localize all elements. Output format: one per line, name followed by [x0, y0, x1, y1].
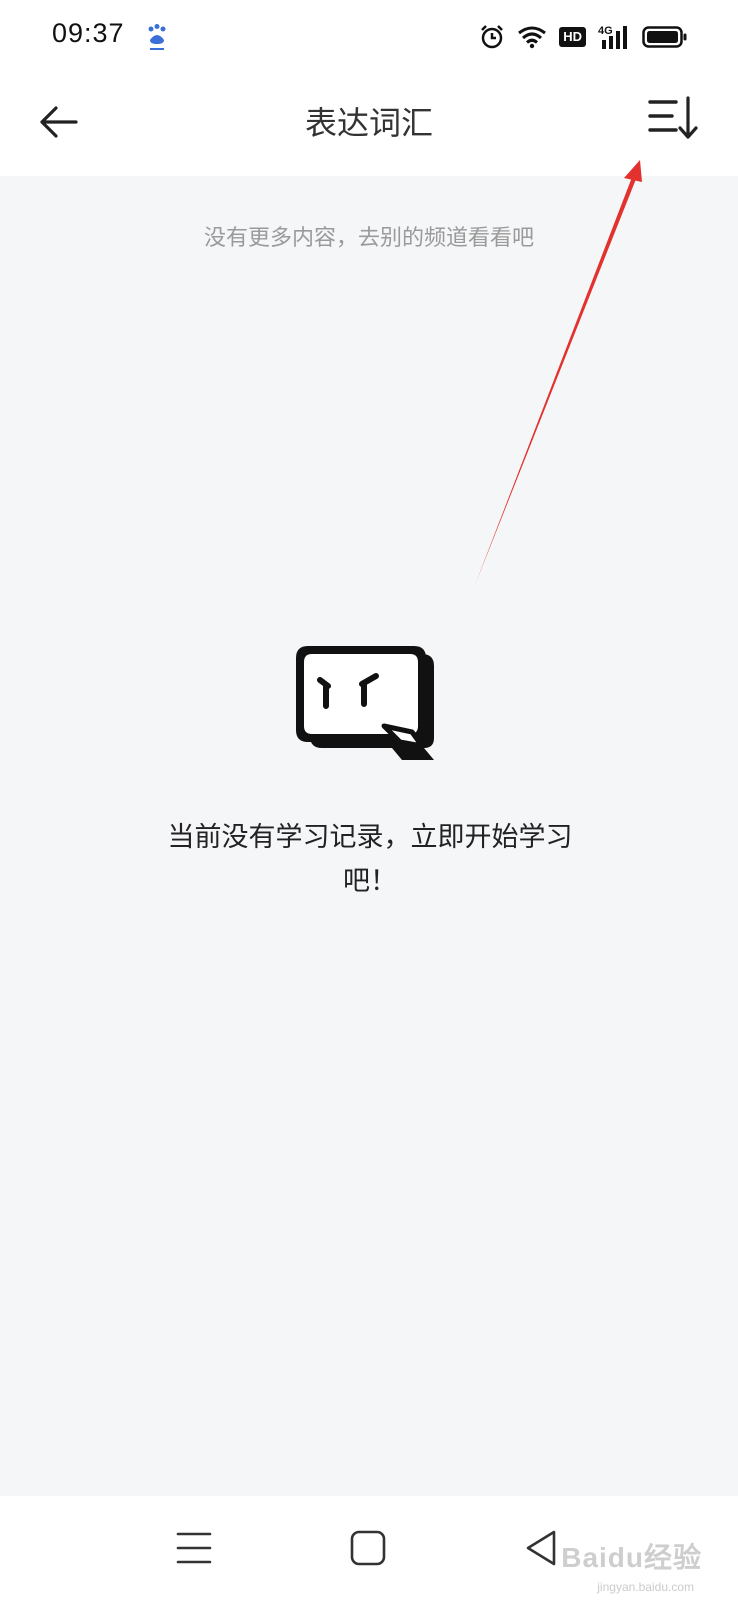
baidu-paw-icon	[148, 24, 166, 50]
wifi-icon	[518, 26, 547, 49]
no-more-content-text: 没有更多内容，去别的频道看看吧	[203, 226, 534, 251]
status-bar: 09:37 HD 4G	[0, 0, 738, 74]
status-icons: HD 4G	[479, 21, 688, 53]
battery-icon	[642, 26, 687, 48]
svg-text:4G: 4G	[598, 25, 613, 37]
system-nav-bar: Baidu经验 jingyan.baidu.com	[0, 1496, 738, 1600]
menu-icon[interactable]	[172, 1526, 216, 1570]
hd-badge: HD	[559, 27, 586, 47]
back-triangle-icon[interactable]	[520, 1526, 564, 1570]
watermark-url: jingyan.baidu.com	[597, 1580, 694, 1594]
alarm-icon	[481, 25, 504, 49]
home-square-icon[interactable]	[346, 1526, 390, 1570]
top-app-bar: 表达词汇	[0, 74, 738, 176]
sort-list-icon[interactable]	[646, 92, 702, 148]
status-time: 09:37	[52, 18, 125, 48]
page-title: 表达词汇	[304, 104, 433, 142]
empty-state-message: 当前没有学习记录，立即开始学习吧！	[167, 822, 573, 897]
app-screen: 09:37 HD 4G 表达词汇 没有更多内容，去别的频道看看吧 当前没有学习记…	[0, 0, 738, 1600]
watermark-brand: Baidu经验	[561, 1542, 702, 1573]
signal-4g-icon: 4G	[598, 25, 627, 49]
empty-chat-face-icon	[296, 646, 434, 760]
